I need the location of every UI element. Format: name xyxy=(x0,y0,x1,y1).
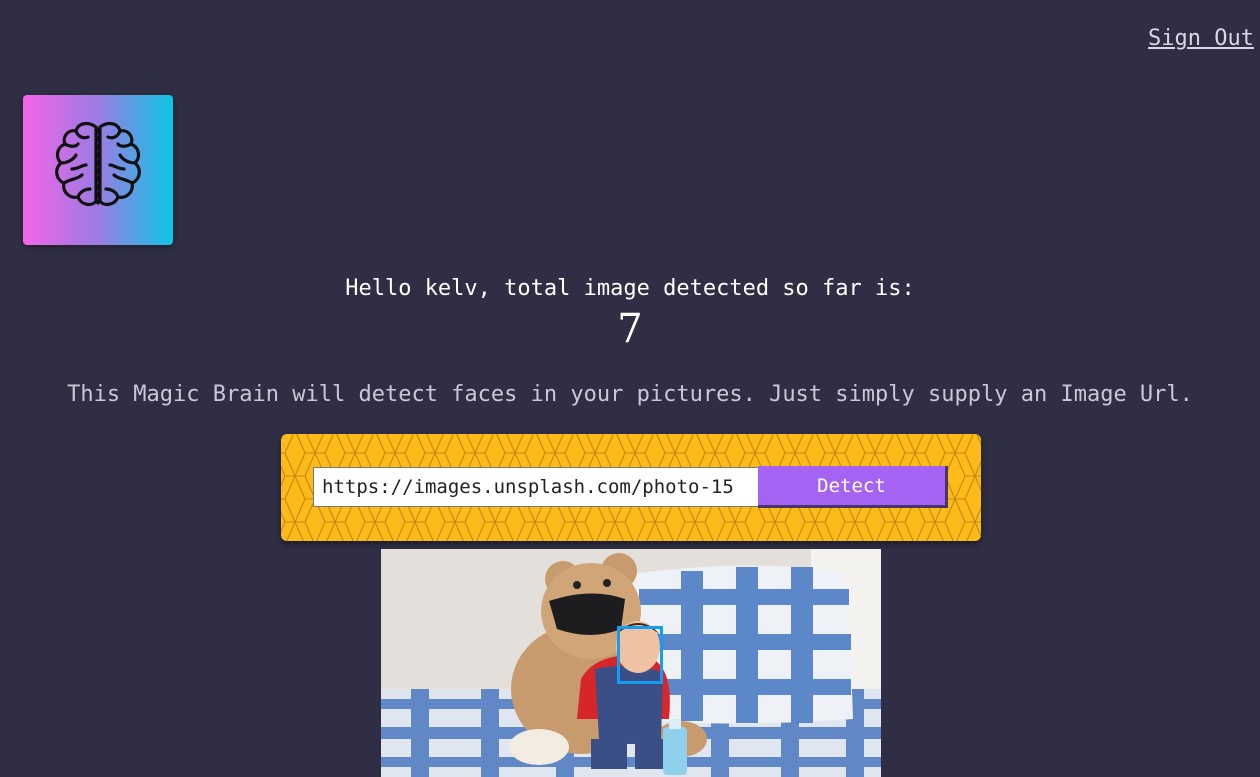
tagline-text: This Magic Brain will detect faces in yo… xyxy=(67,382,1193,407)
detect-button[interactable]: Detect xyxy=(758,466,948,508)
result-image xyxy=(381,549,881,777)
app-logo[interactable] xyxy=(23,95,173,245)
greeting-text: Hello kelv, total image detected so far … xyxy=(345,276,915,301)
brain-icon xyxy=(55,121,141,207)
image-url-form: Detect xyxy=(281,434,981,541)
face-bounding-box xyxy=(617,626,663,684)
sign-out-link[interactable]: Sign Out xyxy=(1148,26,1254,51)
detection-count: 7 xyxy=(617,306,643,352)
app-page: Sign Out Hello kelv, total image detecte… xyxy=(0,0,1260,777)
image-url-input[interactable] xyxy=(313,467,759,507)
